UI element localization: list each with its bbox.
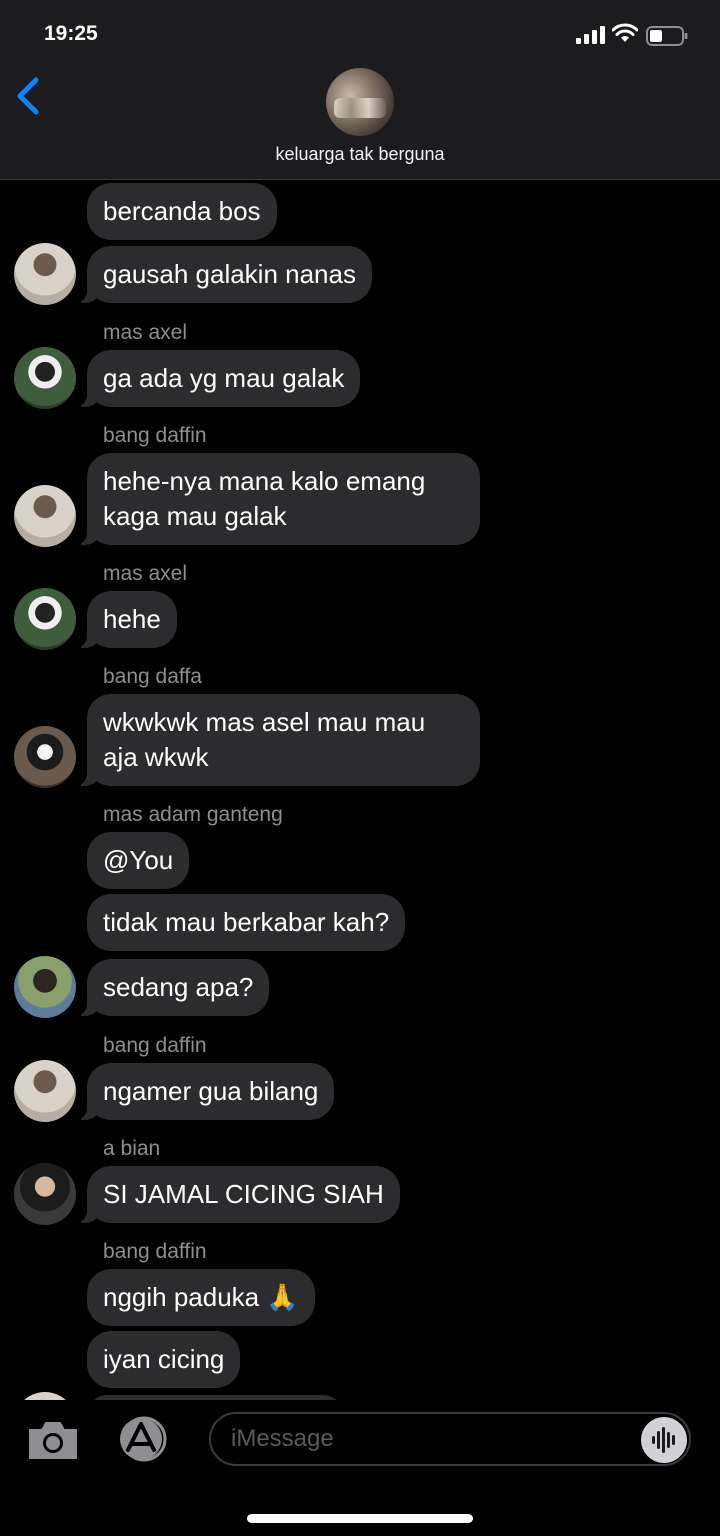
message-bubble[interactable]: @You (87, 832, 190, 889)
sender-name: mas axel (103, 562, 188, 585)
camera-icon[interactable] (26, 1418, 80, 1462)
message-bubble[interactable]: iyan cicing (87, 1331, 241, 1388)
sender-name: mas adam ganteng (103, 803, 283, 826)
composer-bar (0, 1400, 720, 1536)
message-bubble[interactable]: ngamer gua bilang (74, 1063, 335, 1120)
group-name[interactable]: keluarga tak berguna (0, 144, 720, 165)
message-bubble[interactable]: SI JAMAL CICING SIAH (75, 1166, 400, 1223)
conversation-header: 19:25 keluarga tak berguna (0, 0, 720, 180)
back-chevron-icon[interactable] (12, 74, 42, 118)
avatar[interactable] (14, 956, 76, 1018)
message-bubble[interactable]: gausah galakin nanas (75, 246, 372, 303)
avatar[interactable] (14, 1060, 76, 1122)
sender-name: bang daffin (103, 424, 207, 447)
message-bubble[interactable]: nggih paduka 🙏 (87, 1269, 315, 1326)
wifi-icon (612, 23, 638, 42)
sender-name: a bian (103, 1137, 161, 1160)
avatar[interactable] (14, 588, 76, 650)
avatar[interactable] (14, 726, 76, 788)
app-store-icon[interactable] (114, 1416, 176, 1462)
cellular-signal-icon (576, 26, 605, 44)
sender-name: bang daffin (103, 1034, 207, 1057)
message-bubble[interactable]: hehe-nya mana kalo emang kaga mau galak (75, 453, 480, 545)
avatar[interactable] (14, 347, 76, 409)
avatar[interactable] (14, 1392, 76, 1400)
audio-waveform-icon[interactable] (641, 1417, 687, 1463)
message-bubble[interactable]: tidak mau berkabar kah? (87, 894, 406, 951)
sender-name: bang daffin (103, 1240, 207, 1263)
sender-name: mas axel (103, 321, 188, 344)
message-bubble[interactable]: wkwkwk mas asel mau mau aja wkwk (75, 694, 480, 786)
message-bubble[interactable]: hehe (75, 591, 177, 648)
message-list[interactable]: bercanda bos gausah galakin nanas mas ax… (0, 180, 720, 1400)
avatar[interactable] (14, 485, 76, 547)
message-bubble[interactable]: sedang apa? (74, 959, 270, 1016)
status-time: 19:25 (44, 22, 98, 45)
sender-name: bang daffa (103, 665, 202, 688)
message-bubble[interactable]: bercanda bos (87, 183, 277, 240)
message-bubble[interactable]: ga ada yg mau galak (74, 350, 361, 407)
group-avatar[interactable] (326, 68, 394, 136)
home-indicator[interactable] (247, 1514, 473, 1523)
battery-icon (646, 26, 688, 46)
message-input[interactable] (209, 1412, 691, 1466)
avatar[interactable] (14, 1163, 76, 1225)
avatar[interactable] (14, 243, 76, 305)
